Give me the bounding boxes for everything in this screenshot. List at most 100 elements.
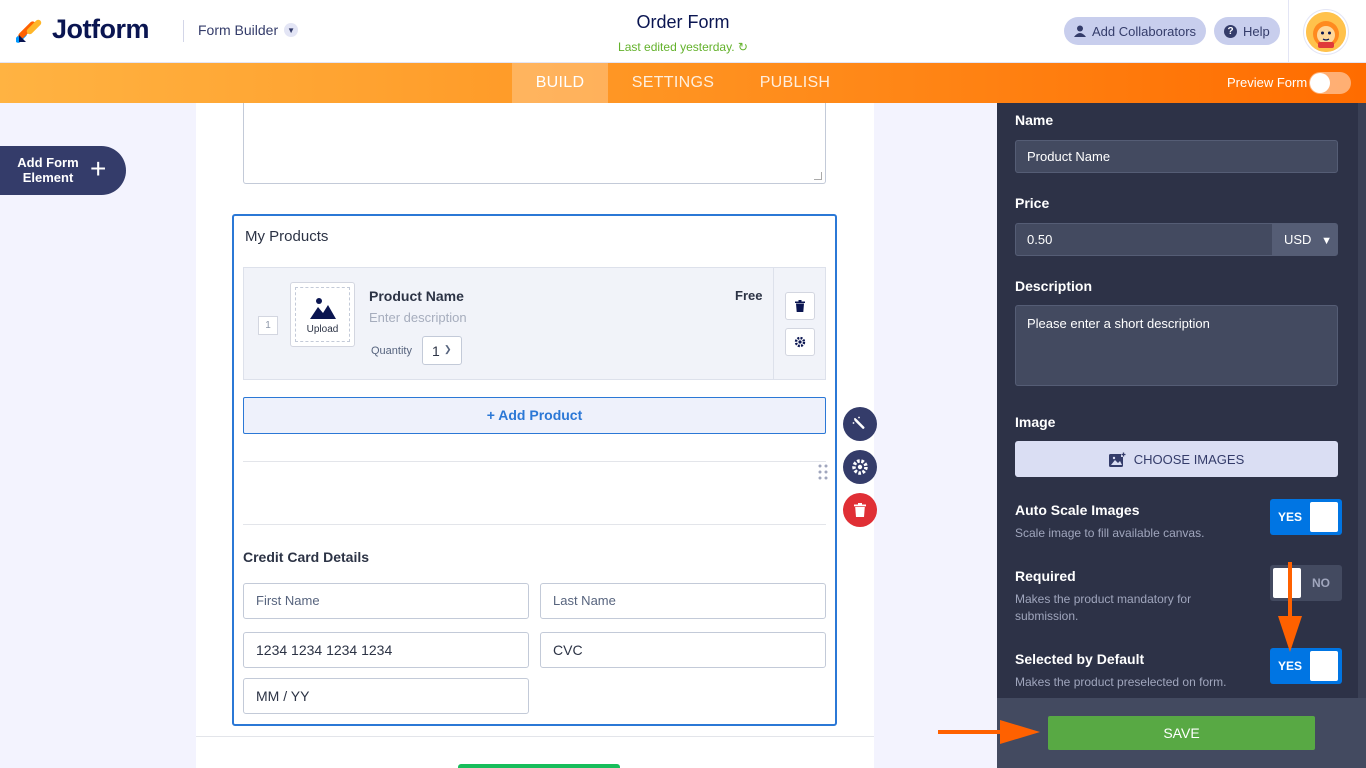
jotform-logo[interactable]: Jotform <box>16 14 150 45</box>
previous-textarea[interactable] <box>243 103 826 184</box>
annotation-arrow-save <box>938 730 1004 734</box>
required-label: Required <box>1015 568 1076 584</box>
avatar-lion-icon <box>1306 12 1346 52</box>
avatar[interactable] <box>1304 10 1348 54</box>
canvas-divider <box>196 736 874 737</box>
choose-images-button[interactable]: CHOOSE IMAGES <box>1015 441 1338 477</box>
quantity-value: 1 <box>432 343 440 359</box>
section-divider <box>243 524 826 525</box>
tab-publish[interactable]: PUBLISH <box>752 63 838 103</box>
add-product-button[interactable]: + Add Product <box>243 397 826 434</box>
field-settings-button[interactable] <box>843 450 877 484</box>
required-toggle[interactable]: NO <box>1270 565 1342 601</box>
last-name-field[interactable]: Last Name <box>540 583 826 619</box>
name-label: Name <box>1015 112 1054 128</box>
selected-default-state: YES <box>1278 659 1303 673</box>
quantity-label: Quantity <box>371 345 412 357</box>
add-image-icon <box>1108 451 1126 467</box>
toggle-knob <box>1310 651 1338 681</box>
product-description[interactable]: Enter description <box>369 310 467 325</box>
preview-form-label: Preview Form <box>1227 75 1308 90</box>
header-right-divider <box>1288 0 1289 63</box>
help-label: Help <box>1243 23 1270 39</box>
trash-icon <box>795 300 805 312</box>
add-collaborators-button[interactable]: Add Collaborators <box>1064 17 1207 45</box>
submit-button-edge[interactable] <box>458 764 620 768</box>
product-index: 1 <box>258 316 278 335</box>
add-form-element-button[interactable]: Add Form Element + <box>0 146 126 195</box>
gear-icon <box>794 336 806 348</box>
product-name-input[interactable]: Product Name <box>1015 140 1338 173</box>
annotation-arrow-head <box>1278 616 1302 652</box>
add-collaborators-label: Add Collaborators <box>1092 23 1197 39</box>
help-button[interactable]: ? Help <box>1214 17 1280 45</box>
logo-text: Jotform <box>52 14 150 44</box>
choose-images-label: CHOOSE IMAGES <box>1133 451 1245 467</box>
help-icon: ? <box>1224 24 1237 38</box>
product-price: Free <box>735 288 763 303</box>
image-label: Image <box>1015 414 1056 430</box>
form-builder-label: Form Builder <box>198 22 279 38</box>
image-icon <box>310 298 336 319</box>
description-label: Description <box>1015 278 1093 294</box>
products-heading[interactable]: My Products <box>245 228 328 245</box>
selected-default-toggle[interactable]: YES <box>1270 648 1342 684</box>
cvc-field[interactable]: CVC <box>540 632 826 668</box>
product-actions-divider <box>773 267 774 380</box>
toggle-knob <box>1273 568 1301 598</box>
toggle-knob <box>1310 502 1338 532</box>
last-edited-text: Last edited yesterday. <box>618 40 735 54</box>
description-textarea[interactable]: Please enter a short description <box>1015 305 1338 386</box>
price-label: Price <box>1015 195 1050 211</box>
first-name-field[interactable]: First Name <box>243 583 529 619</box>
jotform-logo-icon <box>16 19 42 43</box>
delete-field-button[interactable] <box>843 493 877 527</box>
drag-handle-icon[interactable] <box>818 464 828 480</box>
form-builder-menu[interactable]: Form Builder ▼ <box>198 22 299 38</box>
plus-icon: + <box>90 153 107 184</box>
save-button[interactable]: SAVE <box>1048 716 1315 750</box>
chevron-down-icon: ▼ <box>284 23 299 37</box>
expiry-field[interactable]: MM / YY <box>243 678 529 714</box>
price-input[interactable]: 0.50 <box>1015 223 1273 256</box>
auto-scale-state: YES <box>1278 510 1303 524</box>
annotation-arrow-selected-default <box>1288 562 1292 620</box>
resize-grip-icon[interactable] <box>814 172 822 180</box>
preview-toggle-knob <box>1310 73 1330 93</box>
upload-label: Upload <box>306 324 339 335</box>
product-name[interactable]: Product Name <box>369 288 464 304</box>
last-edited-status[interactable]: Last edited yesterday. ↻ <box>533 40 833 54</box>
tab-settings[interactable]: SETTINGS <box>624 63 722 103</box>
magic-wand-button[interactable] <box>843 407 877 441</box>
required-description: Makes the product mandatory for submissi… <box>1015 592 1192 623</box>
auto-scale-toggle[interactable]: YES <box>1270 499 1342 535</box>
auto-scale-description: Scale image to fill available canvas. <box>1015 526 1205 540</box>
restore-icon: ↻ <box>737 40 748 54</box>
magic-wand-icon <box>852 416 865 429</box>
credit-card-heading[interactable]: Credit Card Details <box>243 549 369 565</box>
trash-icon <box>854 503 866 517</box>
currency-select[interactable]: USD ▼ <box>1272 223 1338 256</box>
section-divider <box>243 461 826 462</box>
gear-icon <box>852 459 868 475</box>
add-form-element-label: Add Form Element <box>17 155 79 185</box>
tab-build[interactable]: BUILD <box>512 63 608 103</box>
user-icon <box>1074 25 1086 37</box>
auto-scale-label: Auto Scale Images <box>1015 502 1140 518</box>
product-settings-button[interactable] <box>785 328 815 356</box>
selected-default-description: Makes the product preselected on form. <box>1015 675 1227 689</box>
header-divider <box>183 20 184 42</box>
panel-scrollbar[interactable] <box>1358 103 1366 698</box>
selected-default-label: Selected by Default <box>1015 651 1145 667</box>
quantity-select[interactable]: 1 <box>422 336 462 365</box>
chevron-down-icon: ❯ <box>444 344 452 354</box>
delete-product-button[interactable] <box>785 292 815 320</box>
annotation-arrow-head <box>1000 720 1040 744</box>
form-title-block: Order Form Last edited yesterday. ↻ <box>533 12 833 54</box>
caret-down-icon: ▼ <box>1321 235 1332 247</box>
top-header: Jotform Form Builder ▼ Order Form Last e… <box>0 0 1366 63</box>
form-title[interactable]: Order Form <box>533 12 833 33</box>
currency-value: USD <box>1284 232 1312 247</box>
required-state: NO <box>1312 576 1330 590</box>
card-number-field[interactable]: 1234 1234 1234 1234 <box>243 632 529 668</box>
